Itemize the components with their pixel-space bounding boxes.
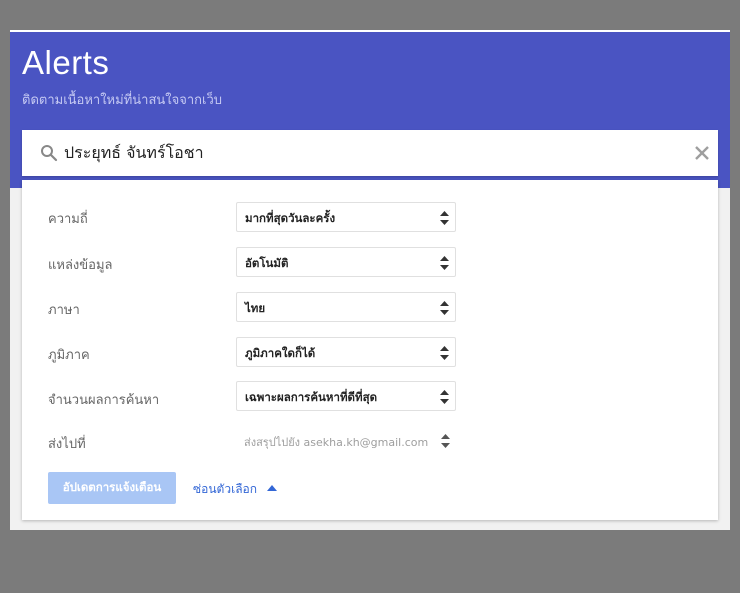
result-count-label: จำนวนผลการค้นหา xyxy=(48,393,160,408)
result-count-value: เฉพาะผลการค้นหาที่ดีที่สุด xyxy=(245,390,378,404)
select-arrows-icon xyxy=(440,256,449,270)
select-arrows-icon xyxy=(440,390,449,404)
frequency-select[interactable]: มากที่สุดวันละครั้ง xyxy=(236,202,456,232)
frequency-label: ความถี่ xyxy=(48,212,88,227)
update-alert-button[interactable]: อัปเดตการแจ้งเตือน xyxy=(48,472,176,504)
source-label: แหล่งข้อมูล xyxy=(48,258,113,273)
search-icon xyxy=(41,145,58,162)
region-select[interactable]: ภูมิภาคใดก็ได้ xyxy=(236,337,456,367)
select-arrows-icon xyxy=(440,211,449,225)
search-bar[interactable] xyxy=(22,130,718,176)
deliver-to-label: ส่งไปที่ xyxy=(48,437,86,452)
deliver-to-select[interactable]: ส่งสรุปไปยัง asekha.kh@gmail.com xyxy=(236,426,456,456)
close-icon[interactable] xyxy=(692,143,712,163)
frequency-value: มากที่สุดวันละครั้ง xyxy=(245,211,336,225)
language-label: ภาษา xyxy=(48,303,80,318)
result-count-select[interactable]: เฉพาะผลการค้นหาที่ดีที่สุด xyxy=(236,381,456,411)
region-value: ภูมิภาคใดก็ได้ xyxy=(245,346,316,360)
language-select[interactable]: ไทย xyxy=(236,292,456,322)
select-arrows-icon xyxy=(440,301,449,315)
search-input[interactable] xyxy=(64,138,664,168)
region-label: ภูมิภาค xyxy=(48,348,90,363)
source-select[interactable]: อัตโนมัติ xyxy=(236,247,456,277)
hide-options-link[interactable]: ซ่อนตัวเลือก xyxy=(193,480,257,499)
top-divider xyxy=(10,30,730,32)
deliver-to-value: ส่งสรุปไปยัง asekha.kh@gmail.com xyxy=(244,436,429,449)
language-value: ไทย xyxy=(245,301,266,315)
page-title: Alerts xyxy=(22,44,110,81)
page-subtitle: ติดตามเนื้อหาใหม่ที่น่าสนใจจากเว็บ xyxy=(22,93,223,108)
source-value: อัตโนมัติ xyxy=(245,256,289,270)
select-arrows-icon xyxy=(440,346,449,360)
caret-up-icon[interactable] xyxy=(267,484,277,492)
select-arrows-icon xyxy=(441,434,450,448)
